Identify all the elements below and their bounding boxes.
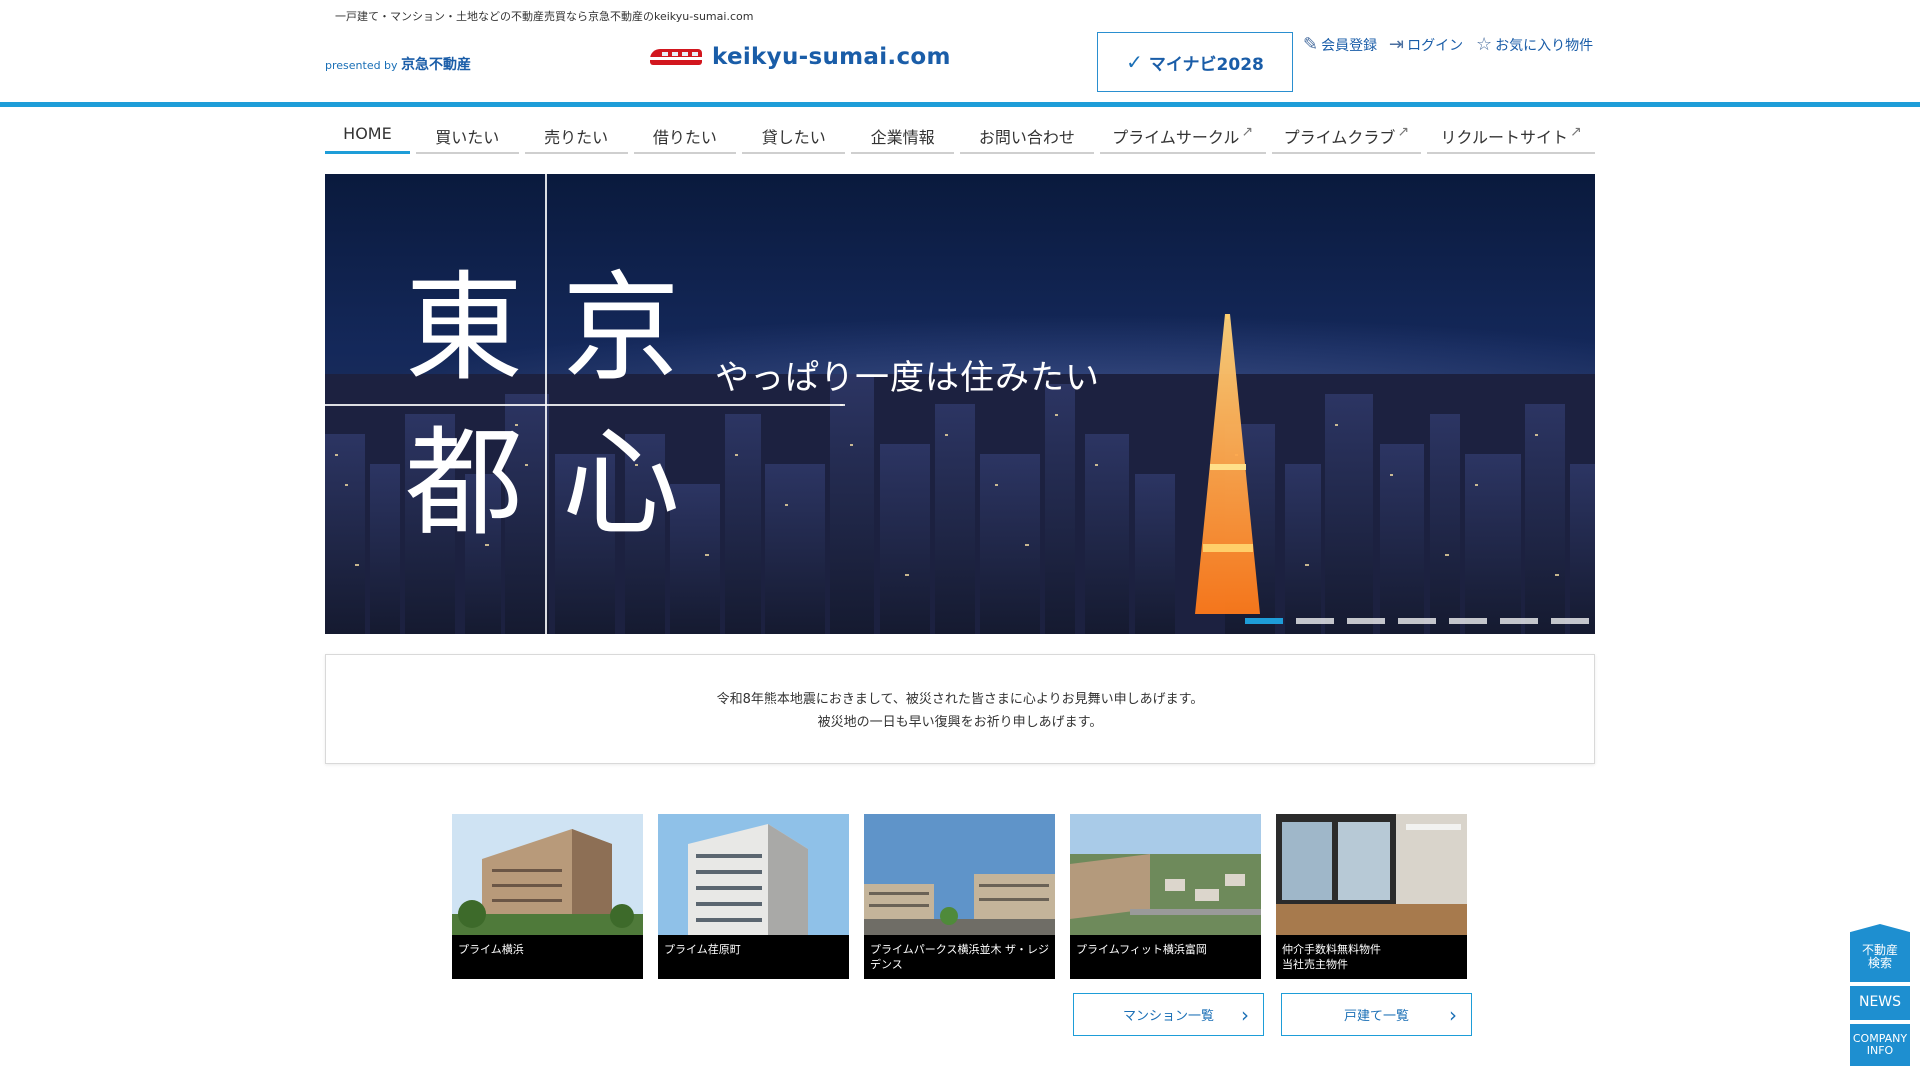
slide-dot[interactable] <box>1347 618 1385 624</box>
nav-company-label: 企業情報 <box>870 128 935 147</box>
site-tagline: 一戸建て・マンション・土地などの不動産売買なら京急不動産のkeikyu-suma… <box>335 10 754 23</box>
property-name: プライム荏原町 <box>658 935 849 979</box>
external-link-icon: ↗ <box>1241 124 1254 140</box>
mansion-list-button[interactable]: マンション一覧 › <box>1073 993 1264 1036</box>
star-icon: ☆ <box>1476 34 1493 55</box>
presented-by-label: presented by <box>325 59 398 72</box>
property-card[interactable]: プライムパークス横浜並木 ザ・レジデンス <box>864 814 1055 979</box>
site-logo[interactable]: keikyu-sumai.com <box>648 44 951 70</box>
nav-prime-club-label: プライムクラブ <box>1283 128 1396 147</box>
property-card[interactable]: プライムフィット横浜富岡 <box>1070 814 1261 979</box>
mynavi-label: マイナビ2028 <box>1148 54 1264 75</box>
login-link[interactable]: ⇥ ログイン <box>1389 34 1463 55</box>
property-name: プライム横浜 <box>452 935 643 979</box>
nav-sell-label: 売りたい <box>544 128 609 147</box>
nav-company[interactable]: 企業情報 <box>851 124 954 154</box>
property-name: プライムパークス横浜並木 ザ・レジデンス <box>864 935 1055 979</box>
logo-text: keikyu-sumai.com <box>712 44 951 70</box>
nav-lease-label: 貸したい <box>761 128 826 147</box>
nav-prime-circle[interactable]: プライムサークル ↗ <box>1099 124 1266 154</box>
nav-recruit[interactable]: リクルートサイト ↗ <box>1427 124 1595 154</box>
property-photo <box>1070 814 1261 935</box>
hero-horizontal-line <box>325 404 845 406</box>
nav-buy[interactable]: 買いたい <box>415 124 519 154</box>
notice-line-1: 令和8年熊本地震におきまして、被災された皆さまに心よりお見舞い申しあげます。 <box>716 692 1204 707</box>
nav-prime-circle-label: プライムサークル <box>1112 128 1240 147</box>
global-nav: HOME 買いたい 売りたい 借りたい 貸したい 企業情報 お問い合わせ プライ… <box>325 124 1595 154</box>
nav-rent-label: 借りたい <box>652 128 717 147</box>
hero-slider[interactable]: 東 京 都 心 やっぱり一度は住みたい <box>325 174 1595 634</box>
nav-rent[interactable]: 借りたい <box>633 124 737 154</box>
mynavi-icon: ✓ <box>1126 50 1143 74</box>
mynavi-banner[interactable]: ✓ マイナビ2028 <box>1097 32 1293 92</box>
nav-sell[interactable]: 売りたい <box>524 124 628 154</box>
hero-kanji-1: 東 <box>405 259 524 397</box>
slider-pagination <box>1245 618 1589 624</box>
nav-recruit-label: リクルートサイト <box>1440 128 1569 147</box>
register-label: 会員登録 <box>1321 37 1378 54</box>
chevron-right-icon: › <box>1449 1003 1457 1027</box>
property-name: 仲介手数料無料物件 当社売主物件 <box>1276 935 1467 979</box>
mansion-list-label: マンション一覧 <box>1122 1009 1214 1024</box>
property-photo <box>1276 814 1467 935</box>
nav-prime-club[interactable]: プライムクラブ ↗ <box>1271 124 1422 154</box>
nav-home[interactable]: HOME <box>325 124 410 154</box>
hero-catchphrase: やっぱり一度は住みたい <box>715 358 1100 398</box>
slide-dot[interactable] <box>1245 618 1283 624</box>
chevron-right-icon: › <box>1241 1003 1249 1027</box>
train-icon <box>648 45 704 69</box>
property-photo <box>658 814 849 935</box>
nav-lease[interactable]: 貸したい <box>742 124 846 154</box>
property-card[interactable]: 仲介手数料無料物件 当社売主物件 <box>1276 814 1467 979</box>
nav-contact-label: お問い合わせ <box>978 128 1075 147</box>
side-news-button[interactable]: NEWS <box>1850 986 1910 1020</box>
header-divider <box>0 102 1920 107</box>
side-search-button[interactable]: 不動産 検索 <box>1850 924 1910 982</box>
side-company-button[interactable]: COMPANY INFO <box>1850 1024 1910 1066</box>
nav-buy-label: 買いたい <box>435 128 500 147</box>
hero-kanji-2: 京 <box>562 259 681 397</box>
favorites-label: お気に入り物件 <box>1495 37 1594 54</box>
notice-line-2: 被災地の一日も早い復興をお祈り申しあげます。 <box>817 715 1103 730</box>
favorites-link[interactable]: ☆ お気に入り物件 <box>1476 34 1593 55</box>
property-photo <box>452 814 643 935</box>
company-logo[interactable]: 京急不動産 <box>401 57 471 73</box>
presented-by: presented by 京急不動産 <box>325 54 471 74</box>
house-list-button[interactable]: 戸建て一覧 › <box>1281 993 1472 1036</box>
external-link-icon: ↗ <box>1570 124 1582 140</box>
nav-home-label: HOME <box>343 124 392 143</box>
slide-dot[interactable] <box>1449 618 1487 624</box>
property-card[interactable]: プライム荏原町 <box>658 814 849 979</box>
property-card[interactable]: プライム横浜 <box>452 814 643 979</box>
register-link[interactable]: ✎ 会員登録 <box>1303 34 1377 55</box>
slide-dot[interactable] <box>1296 618 1334 624</box>
house-list-label: 戸建て一覧 <box>1343 1009 1409 1024</box>
hero-kanji-3: 都 <box>405 414 524 552</box>
disaster-notice: 令和8年熊本地震におきまして、被災された皆さまに心よりお見舞い申しあげます。 被… <box>325 654 1595 764</box>
property-name: プライムフィット横浜富岡 <box>1070 935 1261 979</box>
login-icon: ⇥ <box>1389 34 1405 55</box>
slide-dot[interactable] <box>1551 618 1589 624</box>
slide-dot[interactable] <box>1500 618 1538 624</box>
external-link-icon: ↗ <box>1397 124 1410 140</box>
slide-dot[interactable] <box>1398 618 1436 624</box>
property-photo <box>864 814 1055 935</box>
property-cards: プライム横浜 プライム荏原町 プライムパークス横浜並木 ザ・レジデンス プライム… <box>452 814 1467 979</box>
hero-kanji-4: 心 <box>562 414 681 552</box>
nav-contact[interactable]: お問い合わせ <box>960 124 1094 154</box>
pencil-icon: ✎ <box>1303 34 1319 55</box>
login-label: ログイン <box>1407 37 1464 54</box>
